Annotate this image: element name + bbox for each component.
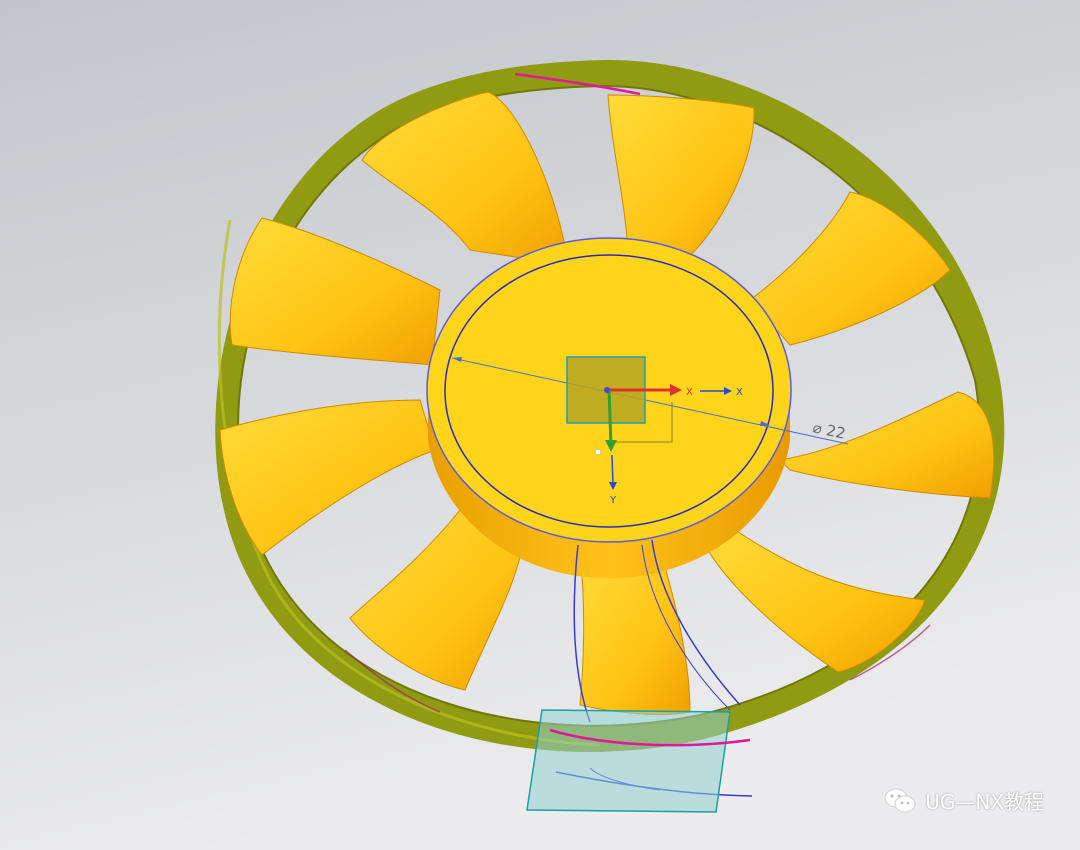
watermark-text: UG—NX教程 <box>925 790 1044 814</box>
wechat-icon <box>884 788 916 812</box>
watermark: UG—NX教程 <box>883 786 1044 815</box>
section-datum-plane[interactable] <box>526 709 731 813</box>
x-axis-label: X <box>686 387 693 398</box>
y-axis-label: Y <box>609 495 617 506</box>
sketch-x-label: X <box>736 387 743 398</box>
graphics-viewport[interactable]: ⌀ 22 X X Y UG—NX教程 <box>0 0 1080 850</box>
cad-scene[interactable]: ⌀ 22 X X Y <box>0 0 1080 850</box>
